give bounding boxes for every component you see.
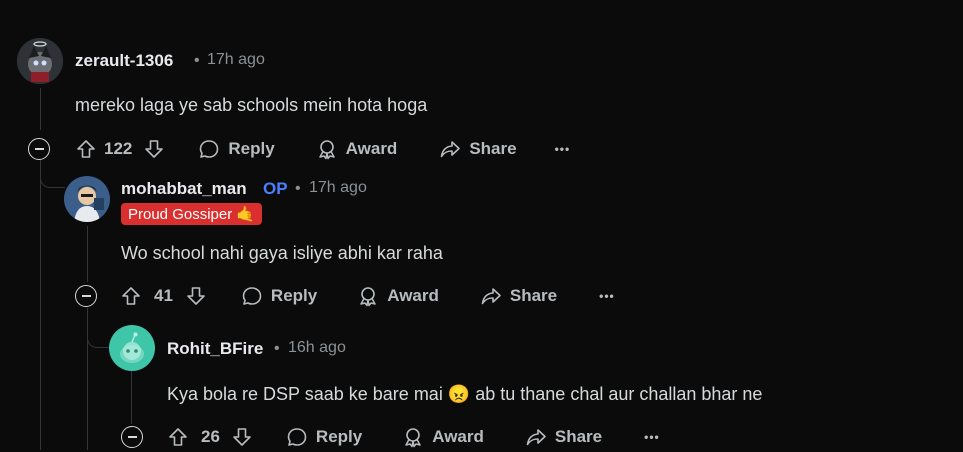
award-label: Award [387, 286, 439, 305]
award-button[interactable]: Award [357, 285, 439, 307]
award-button[interactable]: Award [402, 426, 484, 448]
share-icon [441, 141, 461, 158]
upvote-button[interactable] [121, 286, 141, 306]
collapse-thread-button[interactable] [75, 285, 97, 307]
comment-body: Wo school nahi gaya isliye abhi kar raha [121, 243, 443, 263]
comment-timestamp[interactable]: 17h ago [309, 179, 367, 197]
more-options-button[interactable]: ••• [644, 430, 660, 444]
share-button[interactable]: Share [525, 426, 602, 448]
downvote-icon [145, 140, 164, 158]
upvote-button[interactable] [168, 427, 188, 447]
share-label: Share [469, 139, 517, 158]
share-button[interactable]: Share [480, 285, 557, 307]
reply-button[interactable]: Reply [198, 138, 275, 160]
share-label: Share [509, 286, 558, 305]
op-badge: OP [263, 179, 288, 198]
reply-icon [287, 428, 307, 446]
reply-button[interactable]: Reply [241, 285, 317, 307]
comment-timestamp[interactable]: 16h ago [288, 339, 346, 357]
more-options-button[interactable]: ••• [599, 289, 615, 303]
downvote-icon [233, 428, 251, 446]
comment-author[interactable]: mohabbat_man [121, 179, 247, 199]
reply-button[interactable]: Reply [286, 426, 362, 448]
collapse-thread-button[interactable] [28, 138, 50, 160]
reply-label: Reply [315, 427, 363, 446]
award-icon [360, 287, 376, 307]
avatar[interactable] [64, 176, 110, 222]
reply-connector-1 [40, 160, 65, 188]
comment-actions: 122 Reply Award Share ••• [28, 134, 570, 164]
award-icon [318, 140, 335, 160]
collapse-thread-button[interactable] [121, 426, 143, 448]
downvote-button[interactable] [144, 139, 164, 159]
reply-label: Reply [270, 286, 318, 305]
award-label: Award [432, 427, 484, 446]
thread-line-1 [40, 88, 41, 130]
downvote-icon [187, 287, 205, 305]
share-label: Share [554, 427, 603, 446]
comment-author[interactable]: Rohit_BFire [167, 339, 263, 359]
comment-actions: 41 Reply Award Share ••• [75, 281, 615, 311]
upvote-icon [77, 140, 95, 158]
award-icon [405, 428, 421, 448]
upvote-icon [122, 287, 140, 305]
thread-line-2 [87, 226, 88, 282]
award-button[interactable]: Award [316, 138, 398, 160]
reply-icon [200, 140, 219, 158]
award-label: Award [345, 139, 398, 158]
vote-count: 41 [154, 286, 173, 305]
comment-author[interactable]: zerault-1306 [75, 51, 173, 71]
comment-actions: 26 Reply Award Share ••• [121, 422, 660, 452]
avatar[interactable] [109, 325, 155, 371]
comment-body: mereko laga ye sab schools mein hota hog… [75, 95, 428, 115]
vote-count: 122 [104, 139, 133, 158]
share-icon [526, 429, 546, 446]
separator-dot: • [194, 52, 200, 69]
vote-count: 26 [201, 427, 220, 446]
reply-connector-2 [87, 308, 110, 348]
reply-label: Reply [228, 139, 275, 158]
avatar[interactable] [17, 38, 63, 84]
user-flair: Proud Gossiper 🤙 [121, 203, 263, 225]
thread-line-3 [131, 370, 132, 424]
upvote-button[interactable] [76, 139, 96, 159]
thread-line-1b [40, 162, 41, 450]
reply-icon [242, 287, 262, 305]
comment-timestamp[interactable]: 17h ago [207, 51, 265, 69]
share-button[interactable]: Share [439, 138, 517, 160]
more-options-button[interactable]: ••• [555, 142, 571, 156]
comment-body: Kya bola re DSP saab ke bare mai 😠 ab tu… [167, 384, 763, 404]
separator-dot: • [274, 340, 280, 357]
separator-dot: • [295, 180, 301, 197]
downvote-button[interactable] [232, 427, 252, 447]
downvote-button[interactable] [186, 286, 206, 306]
upvote-icon [169, 428, 187, 446]
share-icon [481, 288, 501, 305]
